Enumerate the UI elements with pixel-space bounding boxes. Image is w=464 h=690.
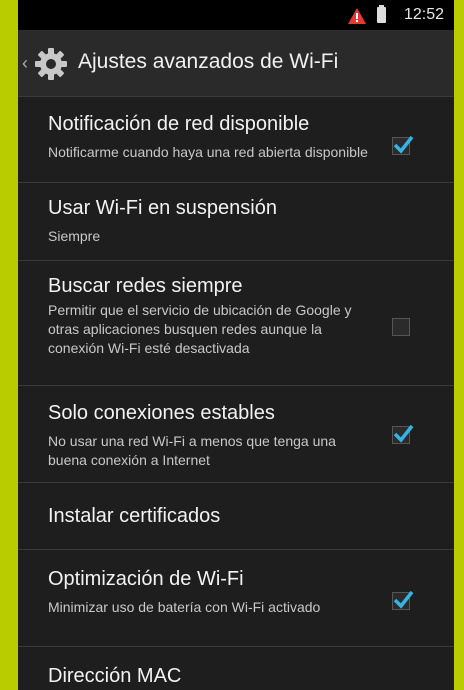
check-icon: [393, 424, 414, 443]
setting-install-certificates[interactable]: Instalar certificados: [18, 483, 454, 550]
setting-stable-connections[interactable]: Solo conexiones estables No usar una red…: [18, 386, 454, 483]
stable-connections-checkbox[interactable]: [392, 424, 414, 444]
phone-screen: 12:52 ‹ Ajustes avanzados de Wi-Fi Notif…: [18, 0, 454, 690]
setting-summary: Permitir que el servicio de ubicación de…: [48, 302, 352, 356]
always-scan-checkbox[interactable]: [392, 318, 410, 336]
setting-title: Solo conexiones estables: [48, 402, 275, 424]
setting-summary: Notificarme cuando haya una red abierta …: [48, 144, 368, 160]
setting-summary: Siempre: [48, 228, 101, 244]
setting-title: Notificación de red disponible: [48, 113, 310, 135]
battery-icon: [377, 5, 386, 23]
gear-icon[interactable]: [34, 47, 68, 81]
page-title: Ajustes avanzados de Wi-Fi: [78, 50, 339, 73]
status-bar: 12:52: [18, 0, 454, 30]
status-time: 12:52: [403, 6, 444, 23]
setting-network-notification[interactable]: Notificación de red disponible Notificar…: [18, 97, 454, 183]
setting-title: Buscar redes siempre: [48, 275, 243, 297]
setting-title: Instalar certificados: [48, 505, 221, 527]
setting-title: Dirección MAC: [48, 665, 182, 687]
check-icon: [393, 135, 414, 154]
check-icon: [393, 590, 414, 609]
wifi-optimization-checkbox[interactable]: [392, 590, 414, 610]
notification-checkbox[interactable]: [392, 135, 414, 155]
setting-wifi-sleep[interactable]: Usar Wi-Fi en suspensión Siempre: [18, 183, 454, 261]
action-bar: ‹ Ajustes avanzados de Wi-Fi: [18, 30, 454, 97]
setting-summary: Minimizar uso de batería con Wi-Fi activ…: [48, 599, 321, 615]
setting-wifi-optimization[interactable]: Optimización de Wi-Fi Minimizar uso de b…: [18, 550, 454, 647]
chevron-left-icon[interactable]: ‹: [22, 53, 28, 74]
setting-summary: No usar una red Wi-Fi a menos que tenga …: [48, 433, 336, 468]
settings-list: Notificación de red disponible Notificar…: [18, 97, 454, 690]
setting-always-scan[interactable]: Buscar redes siempre Permitir que el ser…: [18, 261, 454, 386]
alert-icon: [348, 8, 366, 24]
setting-mac-address[interactable]: Dirección MAC: [18, 647, 454, 690]
setting-title: Usar Wi-Fi en suspensión: [48, 197, 277, 219]
setting-title: Optimización de Wi-Fi: [48, 568, 244, 590]
